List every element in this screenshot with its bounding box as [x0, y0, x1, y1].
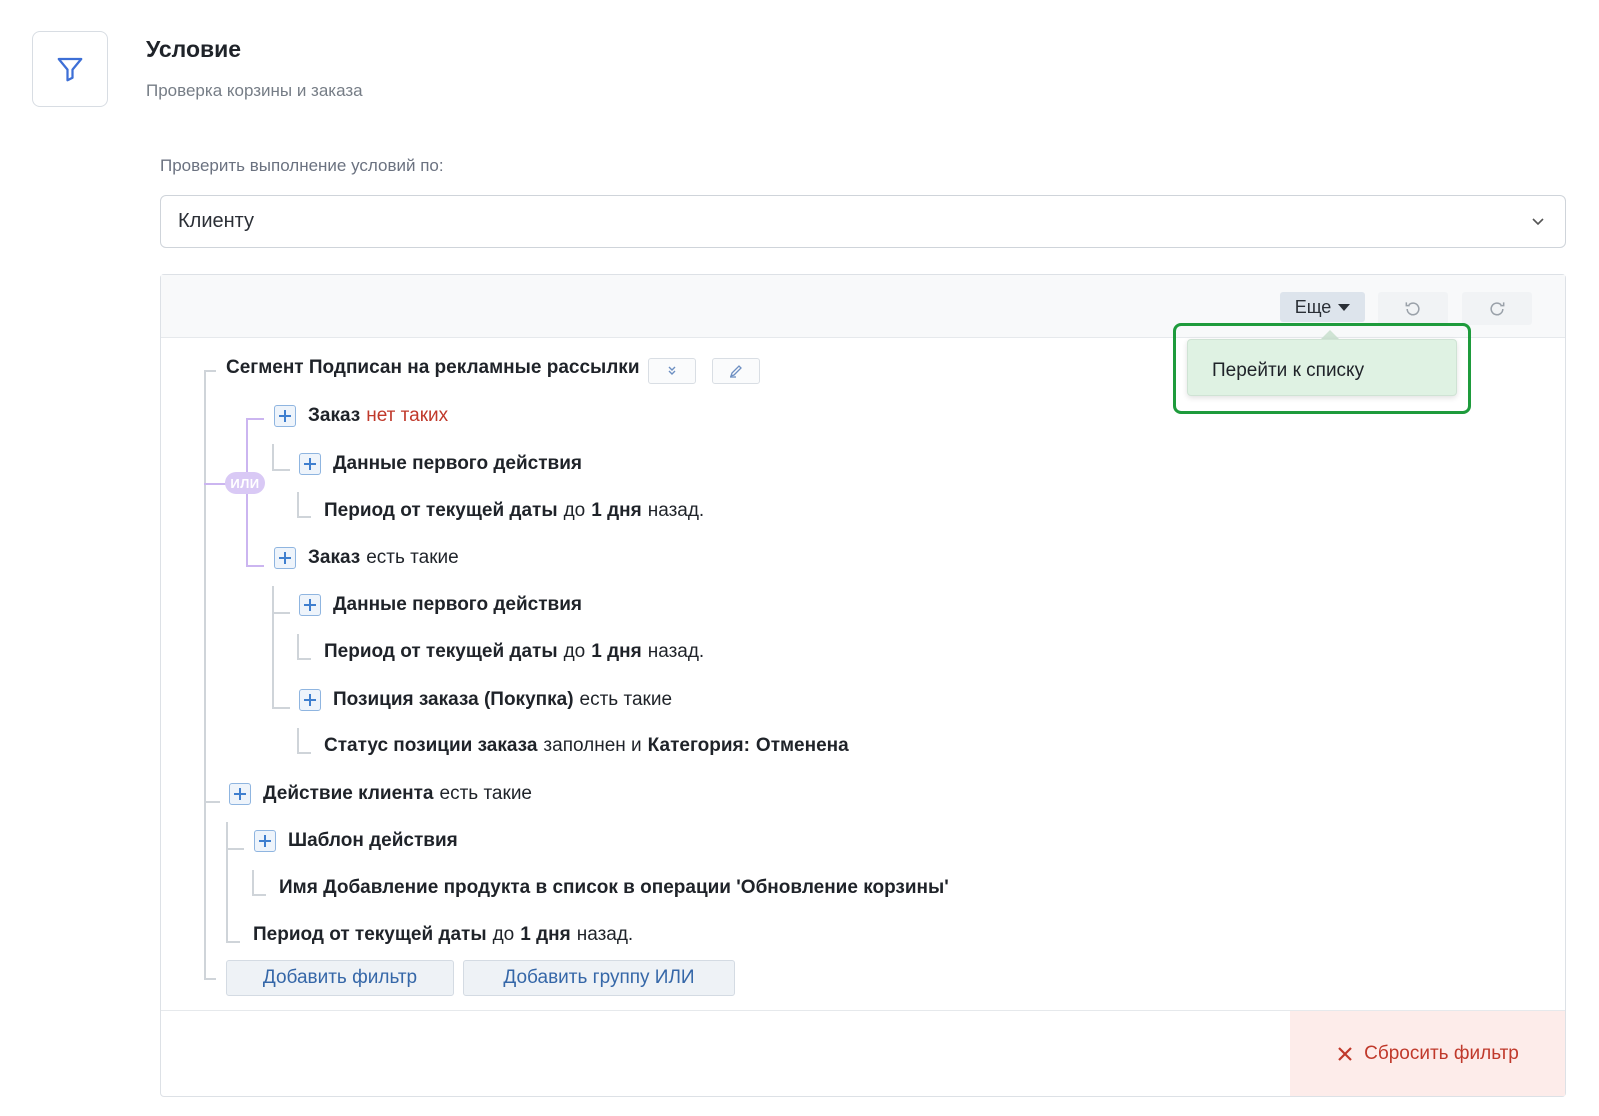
order-value[interactable]: есть такие	[366, 547, 459, 569]
action-template-row: Шаблон действия	[254, 830, 458, 852]
period-to: до	[563, 641, 586, 662]
name-row: Имя Добавление продукта в список в опера…	[279, 877, 949, 899]
tree-line	[252, 894, 266, 896]
undo-icon	[1405, 301, 1420, 315]
tree-line	[226, 941, 240, 943]
collapse-button[interactable]	[648, 358, 696, 384]
tree-line	[204, 801, 220, 803]
order-position-value[interactable]: есть такие	[580, 689, 673, 711]
period-ago: назад.	[576, 924, 634, 945]
tree-line	[272, 612, 290, 614]
status-filled: заполнен и	[543, 735, 642, 756]
plus-icon[interactable]	[299, 453, 321, 475]
first-action-row: Данные первого действия	[299, 453, 582, 475]
highlight-outline	[1173, 323, 1471, 414]
undo-button[interactable]	[1378, 292, 1448, 325]
tree-line	[297, 752, 311, 754]
edit-button[interactable]	[712, 358, 760, 384]
order-position-label: Позиция заказа (Покупка)	[333, 689, 574, 710]
tree-line	[204, 370, 206, 978]
order-position-row: Позиция заказа (Покупка) есть такие	[299, 689, 672, 711]
first-action-label: Данные первого действия	[333, 594, 582, 615]
plus-icon[interactable]	[299, 594, 321, 616]
check-by-select[interactable]: Клиенту	[160, 195, 1566, 248]
page-subtitle: Проверка корзины и заказа	[146, 81, 363, 100]
period-amount: 1 дня	[520, 924, 571, 945]
period-ago: назад.	[647, 500, 705, 521]
tree-line	[204, 978, 216, 980]
order-label: Заказ	[308, 405, 361, 426]
period-amount: 1 дня	[591, 641, 642, 662]
more-button[interactable]: Еще	[1280, 292, 1365, 322]
tree-line	[272, 444, 274, 470]
order-label: Заказ	[308, 547, 361, 568]
name-label: Имя Добавление продукта в список в опера…	[279, 877, 949, 898]
first-action-label: Данные первого действия	[333, 453, 582, 474]
tree-line	[226, 848, 244, 850]
period-to: до	[492, 924, 515, 945]
status-label: Статус позиции заказа	[324, 735, 538, 756]
redo-button[interactable]	[1462, 292, 1532, 325]
page-title: Условие	[146, 36, 242, 62]
period-label: Период от текущей даты	[324, 641, 558, 662]
add-filter-button[interactable]: Добавить фильтр	[226, 960, 454, 996]
period-row: Период от текущей даты до 1 дня назад.	[324, 500, 704, 522]
category-value: Отменена	[755, 735, 849, 756]
plus-icon[interactable]	[274, 547, 296, 569]
plus-icon[interactable]	[254, 830, 276, 852]
period-row: Период от текущей даты до 1 дня назад.	[324, 641, 704, 663]
client-action-row: Действие клиента есть такие	[229, 783, 532, 805]
order-row: Заказ нет таких	[274, 405, 448, 427]
client-action-label: Действие клиента	[263, 783, 434, 804]
tree-line	[204, 370, 216, 372]
tree-line	[226, 822, 228, 942]
category-label: Категория:	[647, 735, 750, 756]
check-by-label: Проверить выполнение условий по:	[160, 156, 444, 175]
plus-icon[interactable]	[229, 783, 251, 805]
client-action-value[interactable]: есть такие	[440, 783, 533, 805]
pencil-icon	[729, 365, 742, 378]
segment-row: Сегмент Подписан на рекламные рассылки	[226, 357, 640, 379]
or-badge: ИЛИ	[225, 472, 265, 494]
plus-icon[interactable]	[274, 405, 296, 427]
more-button-label: Еще	[1294, 296, 1332, 317]
tree-line	[297, 634, 299, 658]
condition-icon-box	[32, 31, 108, 107]
period-ago: назад.	[647, 641, 705, 662]
period-label: Период от текущей даты	[253, 924, 487, 945]
reset-filter-button[interactable]: Сбросить фильтр	[1290, 1011, 1565, 1096]
close-icon	[1338, 1046, 1352, 1061]
tree-line	[272, 469, 290, 471]
plus-icon[interactable]	[299, 689, 321, 711]
double-chevron-down-icon	[668, 366, 676, 375]
period-row: Период от текущей даты до 1 дня назад.	[253, 924, 633, 946]
tree-line	[252, 870, 254, 894]
first-action-row: Данные первого действия	[299, 594, 582, 616]
tree-line	[246, 418, 264, 420]
order-value[interactable]: нет таких	[366, 405, 448, 427]
segment-label: Сегмент Подписан на рекламные рассылки	[226, 357, 640, 378]
period-to: до	[563, 500, 586, 521]
tree-line	[297, 516, 311, 518]
tree-line	[246, 565, 264, 567]
status-row: Статус позиции заказа заполнен и Категор…	[324, 735, 849, 757]
tree-line	[297, 658, 311, 660]
tree-line	[297, 728, 299, 752]
tree-line	[204, 483, 226, 485]
tree-line	[297, 492, 299, 516]
redo-icon	[1490, 301, 1505, 315]
chevron-down-icon	[1532, 218, 1544, 226]
period-label: Период от текущей даты	[324, 500, 558, 521]
action-template-label: Шаблон действия	[288, 830, 458, 851]
check-by-value: Клиенту	[178, 210, 255, 232]
tree-line	[272, 707, 290, 709]
filter-icon	[57, 57, 83, 82]
caret-down-icon	[1338, 303, 1351, 311]
reset-filter-label: Сбросить фильтр	[1364, 1042, 1519, 1064]
period-amount: 1 дня	[591, 500, 642, 521]
tree-line	[272, 586, 274, 708]
order-row: Заказ есть такие	[274, 547, 459, 569]
add-or-group-button[interactable]: Добавить группу ИЛИ	[463, 960, 735, 996]
